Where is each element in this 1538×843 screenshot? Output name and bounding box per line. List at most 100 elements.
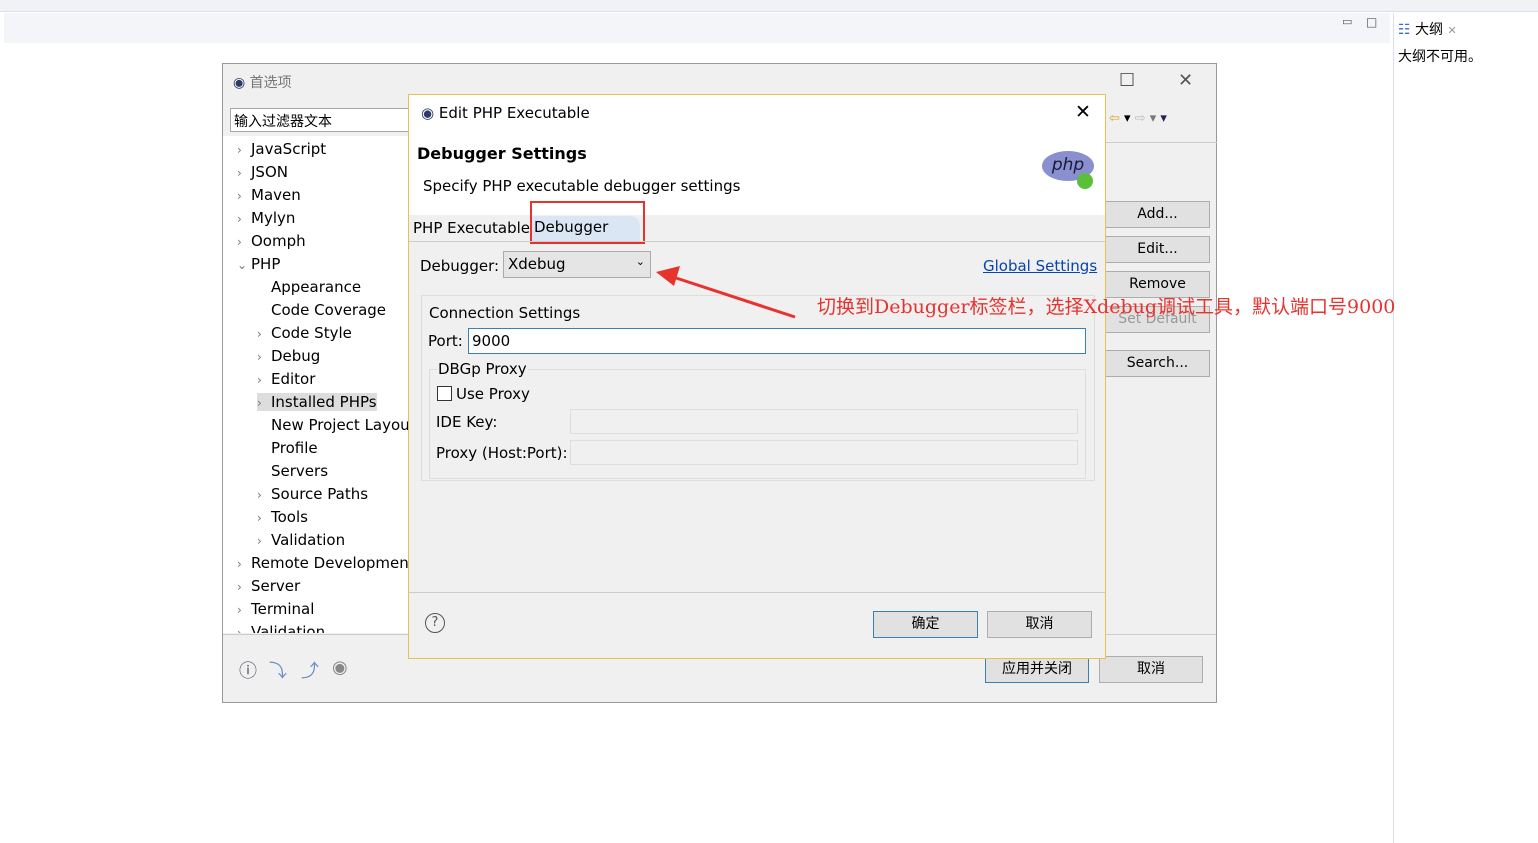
- chevron-down-icon: ⌄: [635, 255, 645, 268]
- tree-item[interactable]: New Project Layout: [257, 416, 409, 434]
- dbgp-proxy-label: DBGp Proxy: [437, 360, 528, 378]
- export-icon[interactable]: ⤴: [301, 657, 319, 683]
- chevron-right-icon[interactable]: ›: [257, 373, 271, 387]
- tree-item[interactable]: › Mylyn: [237, 209, 295, 227]
- preferences-tree[interactable]: › JavaScript › JSON › Maven › Mylyn › Oomph ⌄ PHP Ap…: [223, 136, 409, 633]
- tree-item[interactable]: › Maven: [237, 186, 301, 204]
- tree-item[interactable]: › Remote Development: [237, 554, 409, 572]
- tree-item[interactable]: Profile: [257, 439, 318, 457]
- outline-tab[interactable]: ☷ 大纲 ✕: [1398, 19, 1457, 39]
- tree-item[interactable]: › Server: [237, 577, 300, 595]
- tree-item[interactable]: › Editor: [257, 370, 315, 388]
- debugger-select[interactable]: Xdebug ⌄: [503, 251, 651, 278]
- preferences-title: ◉ 首选项: [233, 72, 292, 92]
- chevron-right-icon[interactable]: ›: [257, 511, 271, 525]
- side-button[interactable]: Search...: [1105, 350, 1210, 377]
- record-icon[interactable]: ◉: [332, 657, 348, 678]
- tree-item-label: JavaScript: [251, 140, 327, 158]
- chevron-right-icon[interactable]: ›: [257, 396, 271, 410]
- chevron-down-icon[interactable]: ⌄: [237, 258, 251, 272]
- filter-input[interactable]: 输入过滤器文本: [230, 108, 410, 132]
- main-toolbar: [0, 0, 1538, 12]
- port-input[interactable]: 9000: [468, 328, 1086, 354]
- chevron-right-icon[interactable]: ›: [237, 235, 251, 249]
- outline-tab-label: 大纲: [1415, 22, 1444, 38]
- back-icon[interactable]: ⇦: [1109, 111, 1120, 126]
- annotation-text: 切换到Debugger标签栏，选择Xdebug调试工具，默认端口号9000: [817, 296, 1396, 318]
- preferences-title-text: 首选项: [249, 75, 292, 91]
- close-icon[interactable]: ✕: [1447, 24, 1456, 37]
- tree-item-label: New Project Layout: [271, 416, 409, 434]
- chevron-right-icon[interactable]: ›: [237, 557, 251, 571]
- side-button[interactable]: Add...: [1105, 201, 1210, 228]
- forward-icon[interactable]: ⇨: [1135, 111, 1146, 126]
- connection-settings-label: Connection Settings: [429, 304, 581, 322]
- eclipse-icon: ◉: [421, 104, 435, 122]
- bug-icon: [1077, 173, 1093, 189]
- cancel-button[interactable]: 取消: [987, 611, 1092, 638]
- use-proxy-label: Use Proxy: [456, 385, 530, 403]
- chevron-right-icon[interactable]: ›: [237, 166, 251, 180]
- tree-item[interactable]: › JavaScript: [237, 140, 326, 158]
- global-settings-link[interactable]: Global Settings: [983, 257, 1097, 275]
- tree-item[interactable]: › Code Style: [257, 324, 352, 342]
- tree-item-label: Validation: [271, 531, 346, 549]
- tab-php-executable[interactable]: PHP Executable: [413, 219, 530, 237]
- chevron-right-icon[interactable]: ›: [237, 143, 251, 157]
- annotation-arrow: [656, 266, 796, 319]
- dialog-header: ◉ Edit PHP Executable ✕ Debugger Setting…: [409, 95, 1105, 215]
- tree-item[interactable]: Appearance: [257, 278, 361, 296]
- help-icon[interactable]: ?: [425, 613, 445, 633]
- cancel-button[interactable]: 取消: [1099, 656, 1203, 683]
- proxy-host-port-input[interactable]: [570, 440, 1078, 465]
- tree-item[interactable]: › Validation: [257, 531, 345, 549]
- close-icon[interactable]: ✕: [1075, 101, 1091, 123]
- tree-item[interactable]: › Oomph: [237, 232, 306, 250]
- close-icon[interactable]: ✕: [1178, 70, 1193, 91]
- maximize-icon[interactable]: □: [1366, 15, 1377, 29]
- tree-item-label: Source Paths: [271, 485, 369, 503]
- tree-item[interactable]: › JSON: [237, 163, 288, 181]
- tree-item-label: Profile: [271, 439, 318, 457]
- tree-item-label: Oomph: [251, 232, 306, 250]
- tree-item-label: JSON: [251, 163, 288, 181]
- tree-item[interactable]: Code Coverage: [257, 301, 386, 319]
- chevron-right-icon[interactable]: ›: [237, 603, 251, 617]
- side-button[interactable]: Edit...: [1105, 236, 1210, 263]
- chevron-right-icon[interactable]: ›: [257, 350, 271, 364]
- maximize-icon[interactable]: ☐: [1119, 70, 1135, 91]
- tree-item[interactable]: Servers: [257, 462, 328, 480]
- outline-message: 大纲不可用。: [1398, 49, 1482, 65]
- tree-item[interactable]: › Tools: [257, 508, 308, 526]
- port-label: Port:: [428, 332, 463, 350]
- tree-item-label: Server: [251, 577, 301, 595]
- tree-item-label: Mylyn: [251, 209, 296, 227]
- chevron-right-icon[interactable]: ›: [257, 534, 271, 548]
- chevron-right-icon[interactable]: ›: [237, 580, 251, 594]
- chevron-right-icon[interactable]: ›: [237, 212, 251, 226]
- chevron-right-icon[interactable]: ›: [237, 626, 251, 633]
- tree-item[interactable]: › Installed PHPs: [257, 393, 377, 411]
- chevron-right-icon[interactable]: ›: [257, 327, 271, 341]
- tree-item[interactable]: › Validation: [237, 623, 325, 633]
- apply-close-button[interactable]: 应用并关闭: [985, 656, 1089, 683]
- dialog-heading: Debugger Settings: [417, 144, 587, 163]
- eclipse-icon: ◉: [233, 75, 246, 91]
- help-icon[interactable]: ⓘ: [239, 657, 257, 683]
- tree-item[interactable]: › Source Paths: [257, 485, 368, 503]
- chevron-right-icon[interactable]: ›: [257, 488, 271, 502]
- use-proxy-checkbox[interactable]: [437, 386, 452, 401]
- tree-item[interactable]: › Debug: [257, 347, 320, 365]
- proxy-host-port-label: Proxy (Host:Port):: [436, 444, 568, 462]
- chevron-right-icon[interactable]: ›: [237, 189, 251, 203]
- menu-icon[interactable]: ▾: [1160, 111, 1167, 126]
- edit-php-executable-dialog: ◉ Edit PHP Executable ✕ Debugger Setting…: [408, 94, 1106, 659]
- tree-item[interactable]: › Terminal: [237, 600, 314, 618]
- minimize-icon[interactable]: ▭: [1342, 15, 1352, 28]
- tree-item[interactable]: ⌄ PHP: [237, 255, 280, 273]
- ok-button[interactable]: 确定: [873, 611, 978, 638]
- ide-key-label: IDE Key:: [436, 413, 498, 431]
- import-icon[interactable]: ⤵: [269, 657, 287, 683]
- ide-key-input[interactable]: [570, 409, 1078, 434]
- nav-arrows[interactable]: ⇦ ▾ ⇨ ▾ ▾: [1109, 111, 1167, 126]
